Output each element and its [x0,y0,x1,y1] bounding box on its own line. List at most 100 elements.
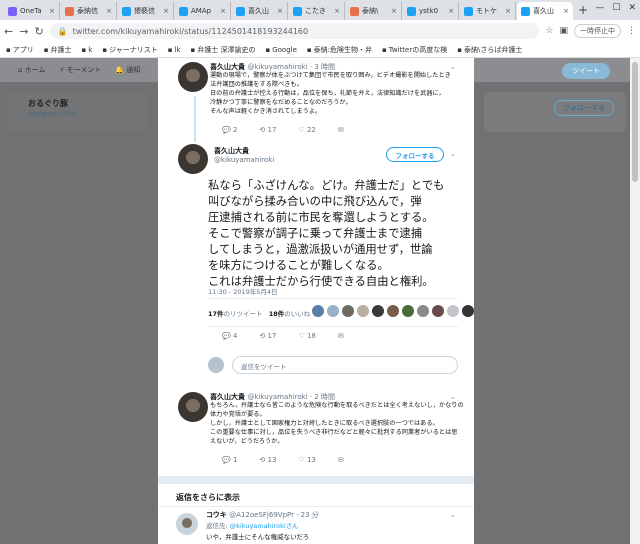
chevron-down-icon[interactable]: ⌄ [450,511,456,519]
chevron-down-icon[interactable]: ⌄ [450,63,456,71]
likes-stat[interactable]: 18件のいいね [269,310,311,318]
close-tab-icon[interactable]: × [446,7,454,15]
bookmark-item[interactable]: ▪ 泰納:危険生物・弁 [307,45,372,55]
browser-tab[interactable]: 喜久山 × [517,2,573,20]
bookmark-item[interactable]: ▪ 弁護士 深澤諭史の [190,45,255,55]
bookmark-label: アプリ [12,45,34,54]
avatar[interactable] [178,144,208,174]
liker-avatar[interactable] [447,305,459,317]
close-tab-icon[interactable]: × [332,7,340,15]
reply-button[interactable]: 💬 2 [222,126,237,134]
bookmark-item[interactable]: ▪ ジャーナリスト [102,45,157,55]
like-button[interactable]: ♡ 13 [298,456,315,464]
browser-tab[interactable]: 猥褻信 × [118,2,174,20]
tweet-button[interactable]: ツイート [562,63,610,79]
bookmark-item[interactable]: ▪ 弁護士 [44,45,72,55]
forward-icon[interactable]: → [19,25,28,38]
page-scrollbar[interactable] [630,58,640,544]
browser-tab[interactable]: AMAp × [175,2,231,20]
scrollbar-thumb[interactable] [632,62,638,182]
bookmark-item[interactable]: ▪ lk [168,46,181,54]
liker-avatar[interactable] [372,305,384,317]
replying-to-handle[interactable]: @kikuyamahirokiさん [230,522,299,530]
liker-avatar[interactable] [402,305,414,317]
bookmark-item[interactable]: ▪ Google [265,46,296,54]
maximize-icon[interactable]: ☐ [612,3,620,13]
like-button[interactable]: ♡ 22 [298,126,315,134]
liker-avatar[interactable] [462,305,474,317]
side-follow-button[interactable]: フォローする [554,100,614,116]
liker-avatar[interactable] [387,305,399,317]
dm-button[interactable]: ✉ [338,332,344,340]
nav-moments[interactable]: ⚡ モーメント [59,65,101,75]
likes-stat-label: のいいね [284,310,311,318]
reply-button[interactable]: 💬 4 [222,332,237,340]
new-tab-icon[interactable]: + [578,3,588,17]
dm-button[interactable]: ✉ [338,126,344,134]
close-tab-icon[interactable]: × [561,7,569,15]
reply-author[interactable]: コウキ @A12oeSFj69VpPr · 23 分 [206,510,319,520]
close-tab-icon[interactable]: × [389,7,397,15]
bookmark-label: 泰納:危険生物・弁 [313,45,372,54]
bookmark-item[interactable]: ▪ k [82,46,93,54]
nav-notifications[interactable]: 🔔 通知 [115,65,140,75]
liker-avatar[interactable] [417,305,429,317]
reply-button[interactable]: 💬 1 [222,456,237,464]
liker-avatar[interactable] [432,305,444,317]
avatar[interactable] [178,62,208,92]
nav-home[interactable]: ⌂ ホーム [18,65,45,75]
tab-label: AMAp [191,7,212,15]
close-tab-icon[interactable]: × [104,7,112,15]
like-button[interactable]: ♡ 18 [298,332,315,340]
tab-label: 喜久山 [533,7,554,15]
bookmark-item[interactable]: ▪ 泰納\さらば弁護士 [457,45,522,55]
retweets-stat[interactable]: 17件のリツイート [208,310,263,318]
profile-pause-button[interactable]: 一時停止中 [574,24,621,38]
url-field[interactable]: 🔒 twitter.com/kikuyamahiroki/status/11245… [49,23,540,39]
liker-avatar[interactable] [342,305,354,317]
browser-tab[interactable]: 泰納信 × [61,2,117,20]
retweet-button[interactable]: ⟲ 13 [259,456,276,464]
extension-icon[interactable]: ▣ [559,26,568,36]
browser-tab[interactable]: こたき × [289,2,345,20]
close-tab-icon[interactable]: × [161,7,169,15]
browser-tab[interactable]: ystk0 × [403,2,459,20]
bookmark-item[interactable]: ▪ アプリ [6,45,34,55]
tweet-timestamp[interactable]: 11:30 - 2019年5月4日 [208,286,278,296]
browser-tab[interactable]: OneTa × [4,2,60,20]
retweet-button[interactable]: ⟲ 17 [259,332,276,340]
dm-button[interactable]: ✉ [338,456,344,464]
browser-tab[interactable]: モトケ × [460,2,516,20]
avatar[interactable] [176,513,198,535]
bookmark-label: 弁護士 [50,45,72,54]
star-icon[interactable]: ☆ [545,26,553,36]
minimize-icon[interactable]: — [595,3,604,13]
browser-tab[interactable]: 喜久山 × [232,2,288,20]
reply-input[interactable]: 返信をツイート [232,356,458,374]
close-icon[interactable]: ✕ [628,3,636,13]
menu-icon[interactable]: ⋮ [627,26,636,36]
close-tab-icon[interactable]: × [218,7,226,15]
liker-avatar[interactable] [357,305,369,317]
close-tab-icon[interactable]: × [275,7,283,15]
chevron-down-icon[interactable]: ⌄ [450,150,456,158]
follow-button[interactable]: フォローする [386,147,444,162]
back-icon[interactable]: ← [4,25,13,38]
retweet-button[interactable]: ⟲ 17 [259,126,276,134]
main-tweet-author-handle[interactable]: @kikuyamahiroki [214,156,274,164]
close-tab-icon[interactable]: × [503,7,511,15]
main-tweet-author-name[interactable]: 喜久山大貴 [214,146,249,156]
avatar[interactable] [178,392,208,422]
liker-avatar[interactable] [312,305,324,317]
profile-card[interactable]: おるぐり豚 @olgreen786 [8,92,148,132]
bookmark-icon: ▪ [306,45,312,54]
heart-icon: ♡ [298,126,305,134]
close-tab-icon[interactable]: × [47,7,55,15]
chevron-down-icon[interactable]: ⌄ [450,393,456,401]
browser-tab[interactable]: 泰納\ × [346,2,402,20]
reply-item[interactable]: コウキ @A12oeSFj69VpPr · 23 分 ⌄ 返信先: @kikuy… [158,506,474,544]
bookmark-item[interactable]: ▪ Twitterの高度な検 [382,45,447,55]
divider [208,298,458,299]
reload-icon[interactable]: ↻ [34,25,43,38]
liker-avatar[interactable] [327,305,339,317]
